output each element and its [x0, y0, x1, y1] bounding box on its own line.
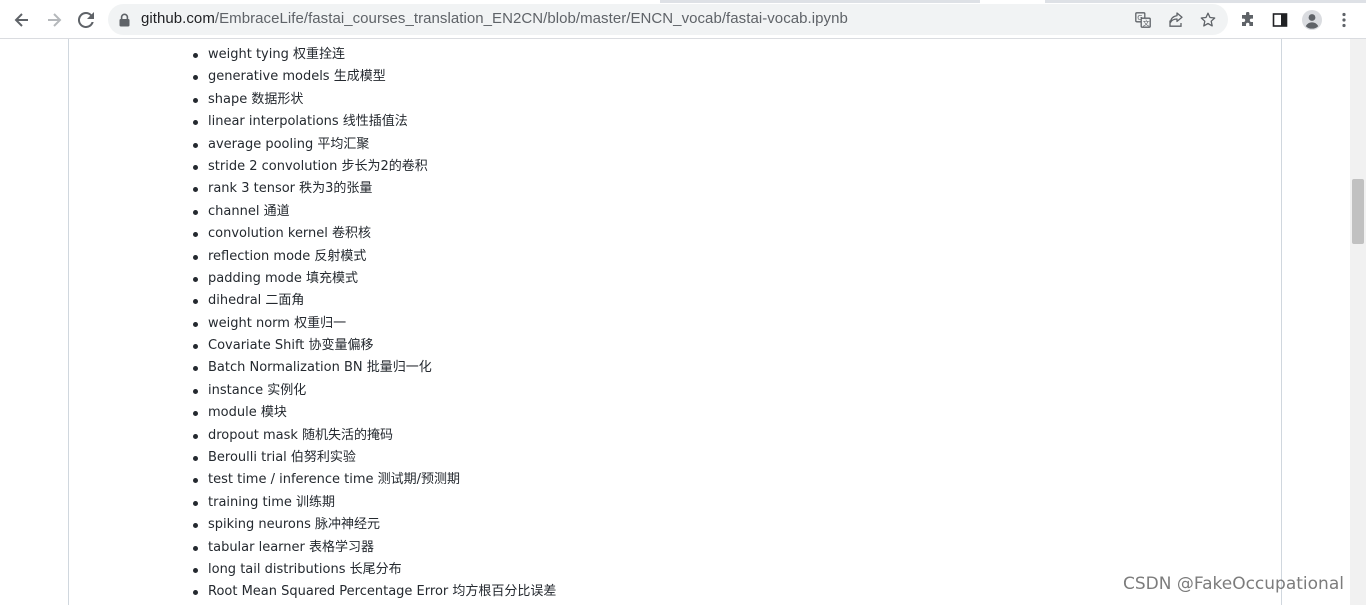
url-text[interactable]: github.com/EmbraceLife/fastai_courses_tr… — [141, 10, 848, 27]
lock-icon[interactable] — [119, 12, 130, 31]
share-icon[interactable] — [1166, 10, 1186, 30]
list-item: generative models 生成模型 — [192, 66, 556, 88]
list-item: shape 数据形状 — [192, 89, 556, 111]
list-item: average pooling 平均汇聚 — [192, 134, 556, 156]
list-item: Beroulli trial 伯努利实验 — [192, 447, 556, 469]
page-viewport: weight tying 权重拴连 generative models 生成模型 s… — [0, 39, 1350, 605]
list-item: module 模块 — [192, 402, 556, 424]
url-path: /EmbraceLife/fastai_courses_translation_… — [214, 10, 848, 27]
list-item: Root Mean Squared Percentage Error 均方根百分… — [192, 581, 556, 603]
svg-text:文: 文 — [1143, 19, 1150, 28]
translate-icon[interactable]: G文 — [1133, 10, 1153, 30]
list-item: spiking neurons 脉冲神经元 — [192, 514, 556, 536]
list-item: stride 2 convolution 步长为2的卷积 — [192, 156, 556, 178]
forward-button[interactable] — [40, 6, 68, 34]
browser-toolbar: github.com/EmbraceLife/fastai_courses_tr… — [0, 0, 1366, 39]
list-item: Covariate Shift 协变量偏移 — [192, 335, 556, 357]
list-item: tabular learner 表格学习器 — [192, 537, 556, 559]
vertical-scrollbar[interactable] — [1350, 39, 1366, 605]
list-item: instance 实例化 — [192, 380, 556, 402]
star-icon[interactable] — [1198, 10, 1218, 30]
list-item: rank 3 tensor 秩为3的张量 — [192, 178, 556, 200]
list-item: dropout mask 随机失活的掩码 — [192, 425, 556, 447]
menu-icon[interactable] — [1332, 8, 1356, 32]
list-item: channel 通道 — [192, 201, 556, 223]
list-item: convolution kernel 卷积核 — [192, 223, 556, 245]
back-button[interactable] — [8, 6, 36, 34]
watermark: CSDN @FakeOccupational — [1123, 574, 1344, 594]
side-panel-icon[interactable] — [1268, 8, 1292, 32]
url-host: github.com — [141, 10, 215, 27]
list-item: test time / inference time 测试期/预测期 — [192, 469, 556, 491]
reload-icon — [78, 12, 94, 28]
extensions-icon[interactable] — [1236, 8, 1260, 32]
forward-arrow-icon — [46, 12, 62, 28]
list-item: dihedral 二面角 — [192, 290, 556, 312]
back-arrow-icon — [14, 12, 30, 28]
address-bar[interactable]: github.com/EmbraceLife/fastai_courses_tr… — [108, 4, 1228, 35]
list-item: weight norm 权重归一 — [192, 313, 556, 335]
profile-icon[interactable] — [1300, 8, 1324, 32]
list-item: weight tying 权重拴连 — [192, 44, 556, 66]
list-item: training time 训练期 — [192, 492, 556, 514]
list-item: long tail distributions 长尾分布 — [192, 559, 556, 581]
scrollbar-thumb[interactable] — [1352, 179, 1364, 244]
list-item: linear interpolations 线性插值法 — [192, 111, 556, 133]
tab-strip-edge — [1045, 0, 1366, 3]
list-item: padding mode 填充模式 — [192, 268, 556, 290]
list-item: reflection mode 反射模式 — [192, 246, 556, 268]
list-item: Batch Normalization BN 批量归一化 — [192, 357, 556, 379]
reload-button[interactable] — [72, 6, 100, 34]
tab-strip-edge — [660, 0, 980, 3]
vocab-list: weight tying 权重拴连 generative models 生成模型 s… — [192, 44, 556, 604]
